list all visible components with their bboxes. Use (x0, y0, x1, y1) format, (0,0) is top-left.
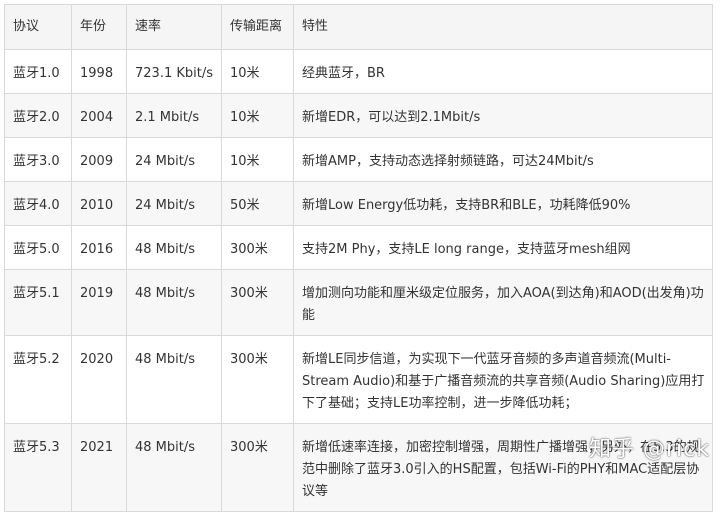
cell-rate: 48 Mbit/s (126, 423, 222, 512)
cell-protocol: 蓝牙2.0 (4, 93, 72, 138)
cell-protocol: 蓝牙3.0 (4, 137, 72, 182)
cell-features: 新增LE同步信道，为实现下一代蓝牙音频的多声道音频流(Multi-Stream … (293, 335, 713, 424)
header-rate: 速率 (126, 4, 222, 50)
cell-range: 300米 (221, 423, 294, 512)
table-row: 蓝牙5.0 2016 48 Mbit/s 300米 支持2M Phy，支持LE … (4, 225, 713, 270)
cell-rate: 24 Mbit/s (126, 137, 222, 182)
table-row: 蓝牙2.0 2004 2.1 Mbit/s 10米 新增EDR，可以达到2.1M… (4, 93, 713, 138)
cell-features: 经典蓝牙，BR (293, 49, 713, 94)
cell-year: 2019 (71, 269, 127, 336)
cell-features: 新增EDR，可以达到2.1Mbit/s (293, 93, 713, 138)
cell-features: 增加测向功能和厘米级定位服务，加入AOA(到达角)和AOD(出发角)功能 (293, 269, 713, 336)
cell-year: 2021 (71, 423, 127, 512)
cell-range: 300米 (221, 335, 294, 424)
header-features: 特性 (293, 4, 713, 50)
cell-year: 2010 (71, 181, 127, 226)
header-year: 年份 (71, 4, 127, 50)
cell-features: 新增Low Energy低功耗，支持BR和BLE，功耗降低90% (293, 181, 713, 226)
header-protocol: 协议 (4, 4, 72, 50)
cell-range: 300米 (221, 269, 294, 336)
table-row: 蓝牙5.2 2020 48 Mbit/s 300米 新增LE同步信道，为实现下一… (4, 335, 713, 424)
cell-year: 2004 (71, 93, 127, 138)
cell-protocol: 蓝牙5.1 (4, 269, 72, 336)
cell-year: 1998 (71, 49, 127, 94)
table-row: 蓝牙3.0 2009 24 Mbit/s 10米 新增AMP，支持动态选择射频链… (4, 137, 713, 182)
header-range: 传输距离 (221, 4, 294, 50)
cell-protocol: 蓝牙4.0 (4, 181, 72, 226)
cell-rate: 48 Mbit/s (126, 225, 222, 270)
cell-range: 300米 (221, 225, 294, 270)
zhihu-watermark: 知乎 @rick (589, 437, 710, 462)
cell-rate: 723.1 Kbit/s (126, 49, 222, 94)
cell-protocol: 蓝牙5.2 (4, 335, 72, 424)
cell-protocol: 蓝牙5.3 (4, 423, 72, 512)
cell-year: 2020 (71, 335, 127, 424)
cell-range: 10米 (221, 49, 294, 94)
cell-rate: 48 Mbit/s (126, 335, 222, 424)
cell-rate: 24 Mbit/s (126, 181, 222, 226)
cell-protocol: 蓝牙5.0 (4, 225, 72, 270)
cell-year: 2016 (71, 225, 127, 270)
cell-year: 2009 (71, 137, 127, 182)
cell-protocol: 蓝牙1.0 (4, 49, 72, 94)
table-row: 蓝牙1.0 1998 723.1 Kbit/s 10米 经典蓝牙，BR (4, 49, 713, 94)
cell-rate: 48 Mbit/s (126, 269, 222, 336)
cell-features: 新增AMP，支持动态选择射频链路，可达24Mbit/s (293, 137, 713, 182)
cell-range: 10米 (221, 137, 294, 182)
table-row: 蓝牙5.1 2019 48 Mbit/s 300米 增加测向功能和厘米级定位服务… (4, 269, 713, 336)
table-row: 蓝牙4.0 2010 24 Mbit/s 50米 新增Low Energy低功耗… (4, 181, 713, 226)
cell-range: 50米 (221, 181, 294, 226)
table-header-row: 协议 年份 速率 传输距离 特性 (4, 4, 713, 50)
cell-range: 10米 (221, 93, 294, 138)
cell-rate: 2.1 Mbit/s (126, 93, 222, 138)
cell-features: 支持2M Phy，支持LE long range，支持蓝牙mesh组网 (293, 225, 713, 270)
